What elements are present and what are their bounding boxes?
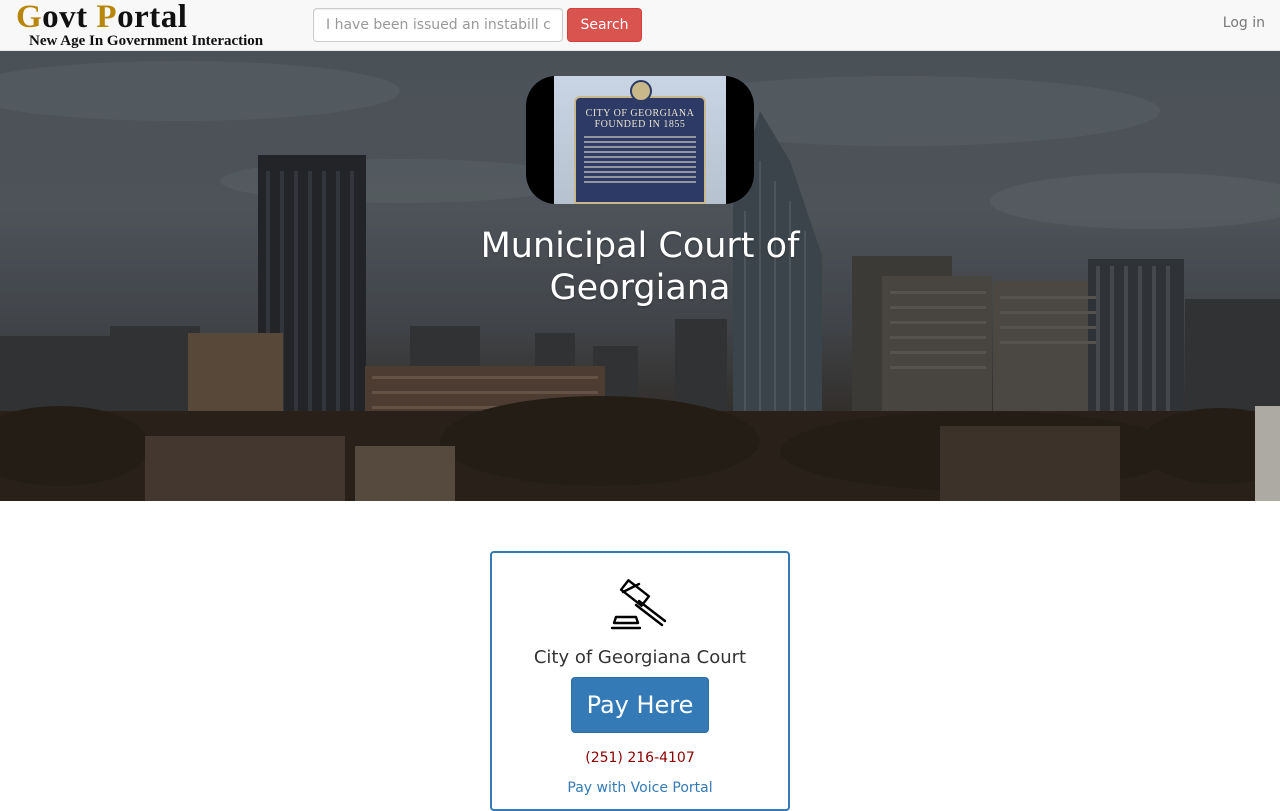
- marker-title: CITY OF GEORGIANA FOUNDED IN 1855: [585, 108, 695, 130]
- brand-logo[interactable]: Govt Portal New Age In Government Intera…: [16, 0, 264, 49]
- court-card: City of Georgiana Court Pay Here (251) 2…: [490, 551, 790, 811]
- navbar: Govt Portal New Age In Government Intera…: [0, 0, 1280, 51]
- search-button[interactable]: Search: [567, 8, 642, 42]
- voice-portal-link[interactable]: Pay with Voice Portal: [492, 780, 788, 796]
- page-title: Municipal Court of Georgiana: [480, 226, 800, 308]
- court-phone-number: (251) 216-4107: [585, 750, 695, 766]
- login-link[interactable]: Log in: [1223, 15, 1265, 31]
- historical-marker: CITY OF GEORGIANA FOUNDED IN 1855: [554, 76, 726, 204]
- hero-banner: CITY OF GEORGIANA FOUNDED IN 1855 Munici…: [0, 51, 1280, 501]
- pay-here-button[interactable]: Pay Here: [571, 677, 709, 733]
- court-name: City of Georgiana Court: [533, 647, 747, 668]
- brand-tagline: New Age In Government Interaction: [29, 33, 264, 49]
- marker-text-lines: [584, 136, 696, 186]
- gavel-icon: [610, 579, 667, 630]
- city-seal-image: CITY OF GEORGIANA FOUNDED IN 1855: [526, 76, 754, 204]
- state-emblem-icon: [630, 80, 652, 102]
- search-input[interactable]: [313, 8, 563, 42]
- brand-title: Govt Portal: [16, 0, 188, 35]
